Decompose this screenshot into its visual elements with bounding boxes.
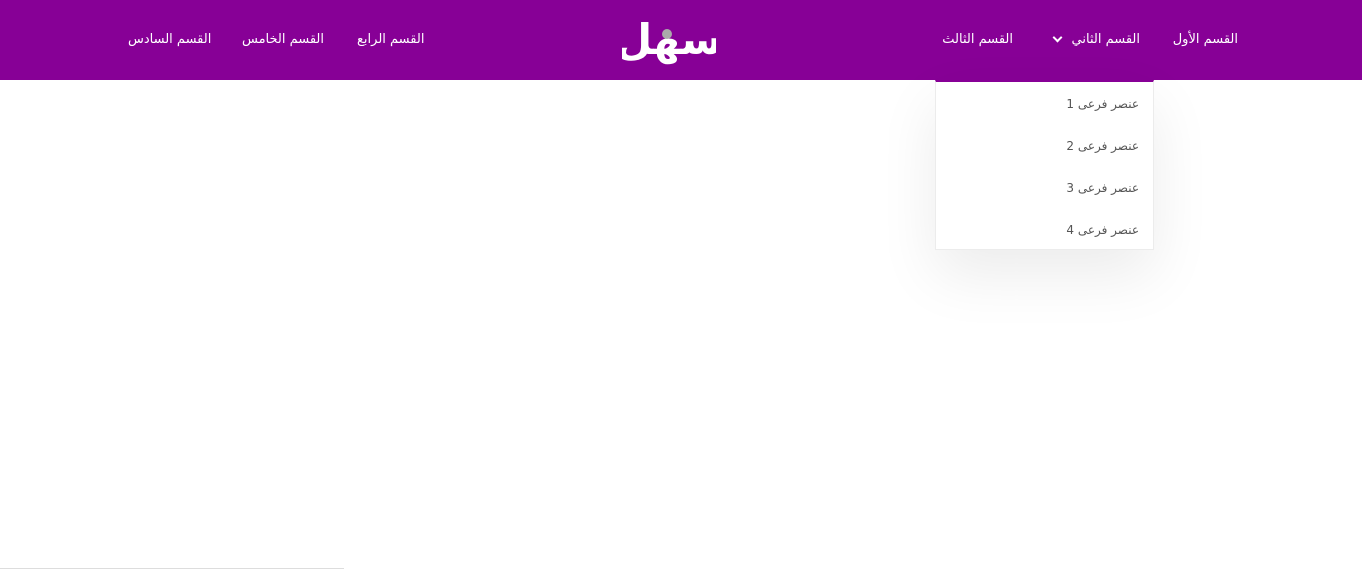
nav-item-section-6[interactable]: القسم السادس — [128, 31, 211, 49]
chevron-down-icon — [1052, 32, 1062, 43]
divider — [0, 568, 344, 569]
dropdown-item-3[interactable]: عنصر فرعى 3 — [1066, 179, 1139, 197]
dropdown-menu: عنصر فرعى 1 عنصر فرعى 2 عنصر فرعى 3 عنصر… — [935, 80, 1154, 250]
dropdown-item-4[interactable]: عنصر فرعى 4 — [1066, 221, 1139, 239]
nav-item-label: القسم الأول — [1172, 32, 1238, 47]
top-navbar: القسم الأول القسم الثاني القسم الثالث سه… — [0, 0, 1362, 80]
nav-item-section-5[interactable]: القسم الخامس — [242, 31, 324, 49]
nav-item-label: القسم الثاني — [1071, 32, 1140, 47]
nav-item-section-1[interactable]: القسم الأول — [1173, 31, 1238, 49]
nav-item-label: القسم الخامس — [242, 32, 324, 47]
nav-item-label: القسم السادس — [128, 32, 212, 47]
logo-graphic: سهل — [616, 15, 723, 65]
logo-text: سهل — [622, 15, 716, 65]
dropdown-item-1[interactable]: عنصر فرعى 1 — [1066, 95, 1139, 113]
nav-item-section-2[interactable]: القسم الثاني — [1052, 31, 1140, 49]
nav-item-section-4[interactable]: القسم الرابع — [357, 31, 424, 49]
dropdown-item-2[interactable]: عنصر فرعى 2 — [1066, 137, 1139, 155]
logo-dot-icon — [662, 29, 672, 39]
nav-item-section-3[interactable]: القسم الثالث — [942, 31, 1013, 49]
site-logo[interactable]: سهل — [616, 14, 723, 66]
nav-item-label: القسم الثالث — [942, 32, 1013, 47]
nav-item-label: القسم الرابع — [357, 32, 425, 47]
